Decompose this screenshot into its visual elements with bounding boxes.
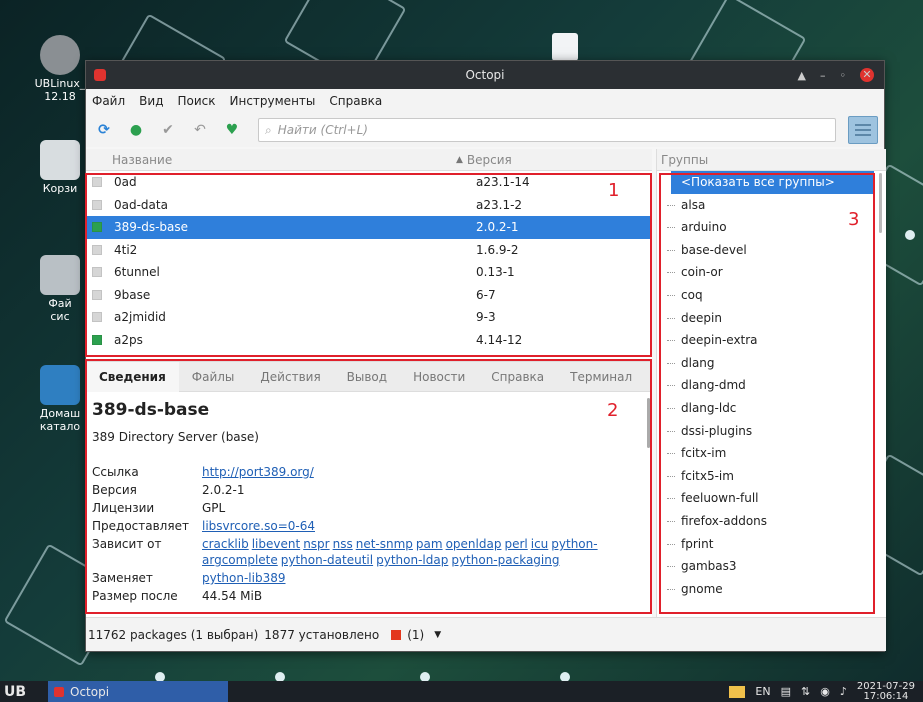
search-placeholder: Найти (Ctrl+L) [277, 123, 368, 137]
desktop-icon-label: Фай сис [48, 297, 72, 323]
menu-help[interactable]: Справка [329, 94, 382, 108]
disc-icon [40, 35, 80, 75]
save-disk-icon[interactable] [552, 33, 578, 61]
eye-icon[interactable]: ◉ [820, 685, 830, 698]
search-input[interactable]: ⌕ Найти (Ctrl+L) [258, 118, 836, 142]
checkmark-icon[interactable]: ✔ [158, 120, 178, 140]
desktop-icon-ublinux[interactable]: UBLinux_ 12.18 [30, 35, 90, 103]
annotation-box-1 [85, 173, 652, 357]
groups-scrollbar[interactable] [879, 173, 882, 233]
system-tray: EN ▤ ⇅ ◉ ♪ 2021-07-29 17:06:14 [729, 681, 923, 702]
octopi-task-icon [54, 686, 64, 697]
sort-up-icon: ▲ [456, 154, 463, 165]
keep-above-icon[interactable]: ▲ [798, 69, 806, 82]
minimize-icon[interactable]: – [820, 69, 826, 82]
desktop-icon-filesystem[interactable]: Фай сис [30, 255, 90, 323]
search-icon: ⌕ [265, 122, 272, 137]
annotation-number-2: 2 [607, 400, 619, 421]
annotation-number-3: 3 [848, 209, 860, 230]
menu-tools[interactable]: Инструменты [230, 94, 316, 108]
menu-bar: Файл Вид Поиск Инструменты Справка [86, 89, 884, 113]
maximize-icon[interactable]: ◦ [840, 69, 847, 82]
annotation-box-3 [659, 173, 875, 614]
clipboard-icon[interactable]: ▤ [781, 685, 791, 698]
menu-view[interactable]: Вид [139, 94, 163, 108]
status-bar: 11762 packages (1 выбран) 1877 установле… [86, 617, 886, 651]
menu-search[interactable]: Поиск [177, 94, 215, 108]
installed-count: 1877 установлено [264, 627, 380, 642]
desktop-icon-label: Корзи [42, 182, 78, 195]
title-bar[interactable]: Octopi ▲ – ◦ ✕ [86, 61, 884, 89]
annotation-box-2 [85, 359, 652, 614]
pending-count[interactable]: (1) [407, 628, 424, 642]
taskbar: UB Octopi EN ▤ ⇅ ◉ ♪ 2021-07-29 17:06:14 [0, 681, 923, 702]
decor-dot [905, 230, 915, 240]
undo-icon[interactable]: ↶ [190, 120, 210, 140]
dropdown-arrow-icon[interactable]: ▼ [434, 630, 441, 640]
folder-icon[interactable] [729, 685, 746, 698]
menu-file[interactable]: Файл [92, 94, 125, 108]
annotation-number-1: 1 [608, 180, 620, 201]
pending-square-icon [391, 629, 402, 640]
start-menu-button[interactable]: UB [0, 684, 30, 700]
clock[interactable]: 2021-07-29 17:06:14 [857, 681, 915, 702]
volume-icon[interactable]: ♪ [840, 685, 847, 698]
groups-header: Группы [657, 149, 886, 171]
hamburger-menu-button[interactable] [848, 116, 878, 144]
sync-icon[interactable]: ⟳ [94, 120, 114, 140]
taskbar-task-octopi[interactable]: Octopi [48, 681, 228, 702]
desktop-icon-trash[interactable]: Корзи [30, 140, 90, 195]
task-label: Octopi [70, 684, 110, 699]
package-count: 11762 packages (1 выбран) [88, 627, 259, 642]
column-header-version[interactable]: Версия [467, 153, 652, 167]
clock-time: 17:06:14 [863, 690, 909, 702]
network-icon[interactable]: ⇅ [801, 685, 810, 698]
desktop-icon-home[interactable]: Домаш катало [30, 365, 90, 433]
drive-icon [40, 255, 80, 295]
keyboard-layout[interactable]: EN [755, 685, 770, 698]
apply-icon[interactable]: ● [126, 120, 146, 140]
home-folder-icon [40, 365, 80, 405]
desktop-icon-label: Домаш катало [39, 407, 81, 433]
close-icon[interactable]: ✕ [860, 68, 874, 82]
desktop-icon-label: UBLinux_ 12.18 [34, 77, 86, 103]
column-header-name[interactable]: Название [86, 153, 456, 167]
toolbar: ⟳ ● ✔ ↶ ♥ ⌕ Найти (Ctrl+L) [86, 113, 884, 147]
alien-icon[interactable]: ♥ [222, 120, 242, 140]
trash-icon [40, 140, 80, 180]
package-list-header: Название ▲ Версия [86, 149, 652, 171]
window-title: Octopi [465, 68, 505, 82]
